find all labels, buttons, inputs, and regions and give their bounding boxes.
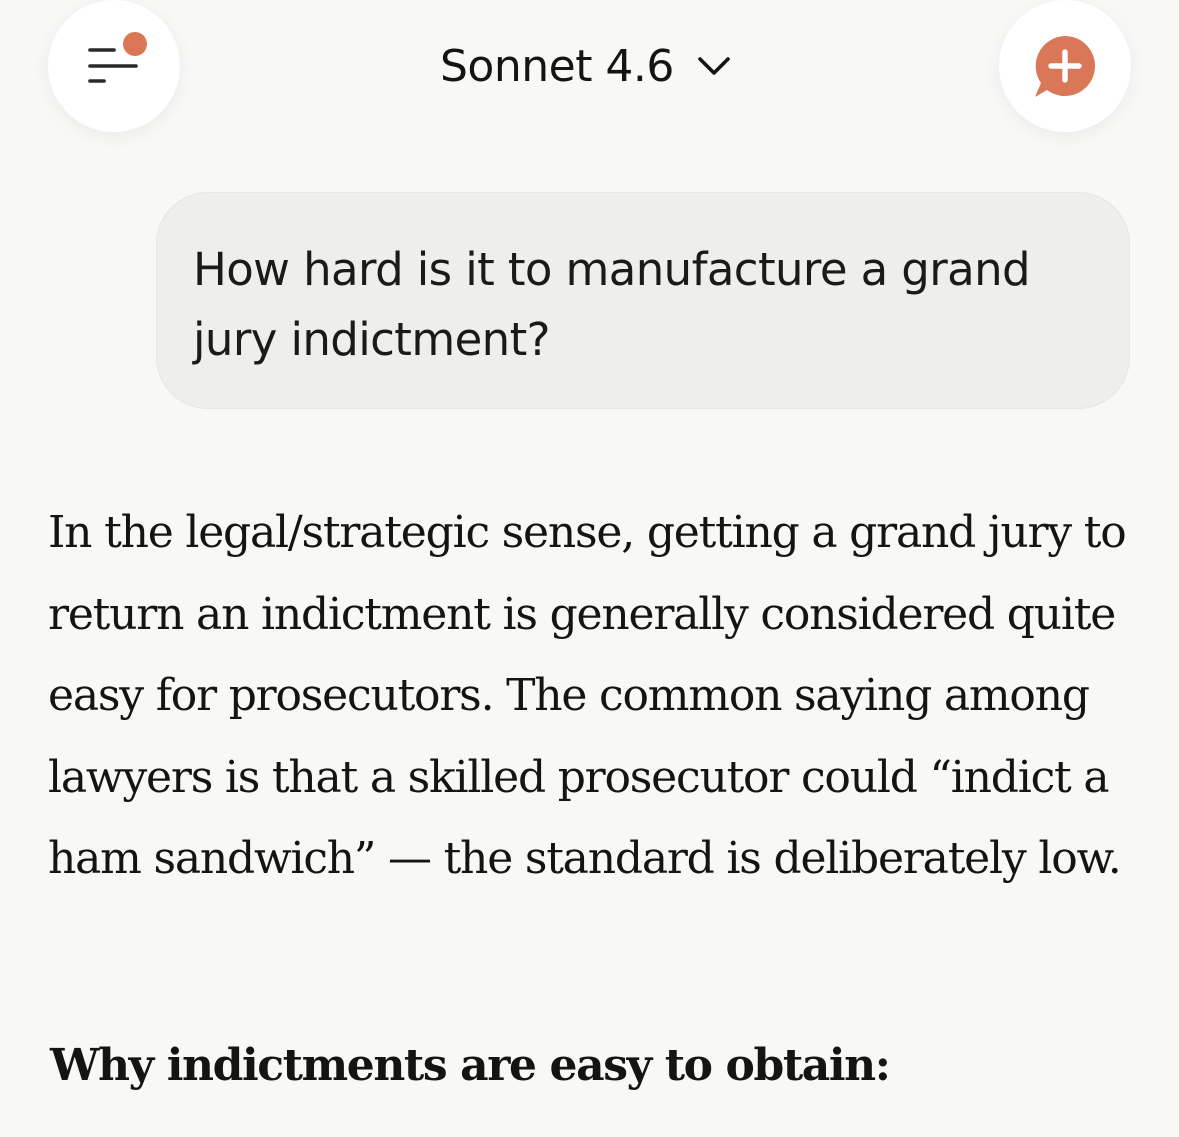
chevron-down-icon	[698, 57, 730, 75]
model-selector[interactable]: Sonnet 4.6	[440, 30, 732, 102]
top-bar: Sonnet 4.6	[0, 0, 1179, 150]
user-message-text: How hard is it to manufacture a grand ju…	[193, 243, 1031, 366]
assistant-response: In the legal/strategic sense, getting a …	[48, 492, 1158, 900]
assistant-paragraph: In the legal/strategic sense, getting a …	[48, 507, 1127, 884]
assistant-section-heading: Why indictments are easy to obtain:	[50, 1040, 891, 1091]
new-chat-plus-icon	[1035, 36, 1095, 97]
new-chat-button[interactable]	[999, 0, 1131, 132]
notification-dot	[123, 32, 147, 56]
menu-button[interactable]	[48, 0, 180, 132]
menu-lines-icon	[88, 32, 147, 83]
model-name: Sonnet 4.6	[440, 40, 674, 92]
user-message-bubble: How hard is it to manufacture a grand ju…	[156, 192, 1130, 409]
